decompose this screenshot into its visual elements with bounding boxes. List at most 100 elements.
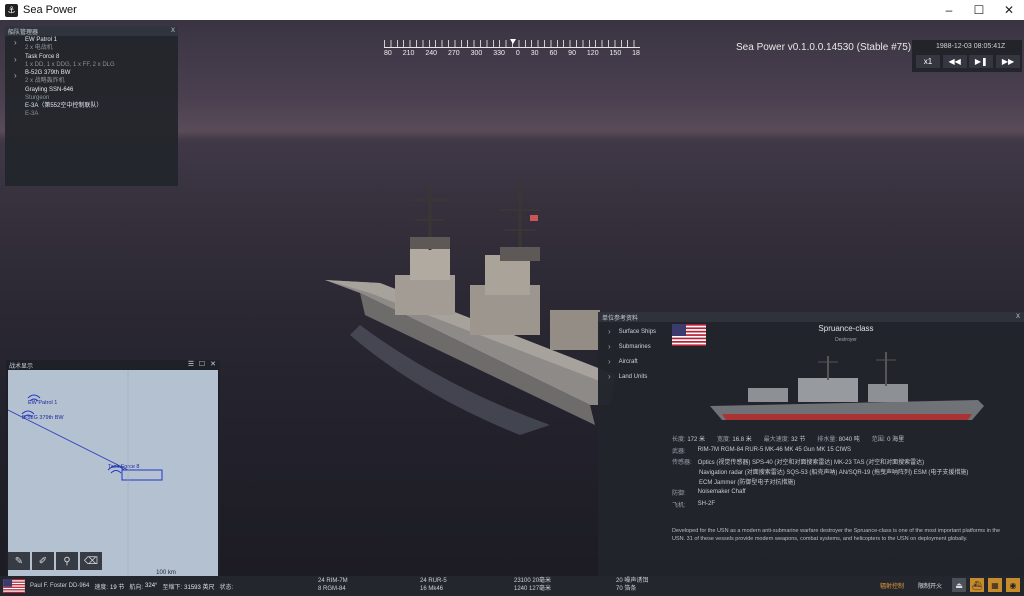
window-controls: – ☐ ✕: [934, 0, 1024, 20]
category-label: Land Units: [618, 373, 648, 380]
status-label: 状态:: [219, 584, 234, 591]
slow-down-icon[interactable]: ◀◀: [942, 55, 967, 68]
tactical-minimap: 战术显示 ☰ ☐ ✕ EW Patrol 1 B-52G 379th BW Ta…: [6, 360, 220, 582]
fleet-item-sub: 2 x 电战机: [25, 45, 53, 51]
reference-panel-header: 单位参考资料 X: [598, 312, 1024, 322]
minimap-title: 战术显示: [9, 363, 34, 370]
range-label: 范围:: [871, 436, 886, 443]
version-label: Sea Power v0.1.0.0.14530 (Stable #75): [736, 42, 912, 53]
fleet-item-name: B-52G 379th BW: [25, 70, 71, 76]
weapons-label: 武器:: [672, 448, 686, 455]
chevron-right-icon[interactable]: ›: [14, 72, 17, 80]
compass-label: 60: [549, 50, 558, 57]
speed-value: 32 节: [791, 436, 806, 443]
fleet-panel-close-button[interactable]: X: [171, 28, 175, 34]
category-submarines[interactable]: › Submarines: [602, 339, 664, 354]
chevron-right-icon[interactable]: ›: [14, 39, 17, 47]
reference-close-button[interactable]: X: [1016, 314, 1020, 320]
ammo-group-3: 23100 20毫米 1240 127毫米: [514, 577, 551, 593]
compass-baseline: [384, 47, 640, 48]
compass-heading-strip: 80 210 240 270 300 330 0 30 60 90 120 150 18: [384, 39, 640, 60]
chevron-right-icon: ›: [608, 357, 611, 366]
ammo-group-2: 24 RUR-5 16 Mk46: [420, 577, 447, 593]
ammo-line: 23100 20毫米: [514, 578, 552, 584]
compass-label: 150: [609, 50, 622, 57]
play-pause-icon[interactable]: ▶❚: [969, 55, 994, 68]
formation-icon[interactable]: ⏏: [952, 578, 966, 592]
beam-value: 16.8 米: [732, 436, 752, 443]
minimize-button[interactable]: –: [934, 0, 964, 20]
displacement-label: 排水量:: [817, 436, 838, 443]
fleet-item-task-force[interactable]: › Task Force 8 1 x DD, 1 x DDG, 1 x FF, …: [5, 53, 178, 70]
category-aircraft[interactable]: › Aircraft: [602, 354, 664, 369]
category-label: Submarines: [618, 343, 651, 350]
depth-label: 至缩下:: [162, 584, 183, 591]
ammo-line: 24 RIM-7M: [318, 578, 348, 584]
minimap-controls: ☰ ☐ ✕: [187, 361, 217, 369]
compass-label: 18: [632, 50, 640, 57]
compass-label: 30: [530, 50, 539, 57]
ship-profile-image: [710, 352, 984, 420]
minimap-toolbar: ✎ ✐ ⚲ ⌫: [8, 552, 102, 576]
ammo-line: 16 Mk46: [420, 586, 444, 592]
ammo-line: 70 箔条: [616, 586, 637, 592]
ship-type: Destroyer: [835, 337, 857, 343]
category-surface-ships[interactable]: › Surface Ships: [602, 324, 664, 339]
beam-label: 宽度:: [717, 436, 731, 443]
compass-label: 90: [568, 50, 576, 57]
dimensions-row: 长度: 172 米 宽度: 16.8 米 最大速度: 32 节 排水量: 804…: [672, 432, 1018, 444]
close-icon[interactable]: ✕: [209, 361, 217, 369]
fleet-item-grayling[interactable]: Grayling SSN-646 Sturgeon: [5, 86, 178, 103]
fleet-item-ew-patrol[interactable]: › EW Patrol 1 2 x 电战机: [5, 36, 178, 53]
menu-icon[interactable]: ☰: [187, 361, 195, 369]
eraser-icon[interactable]: ✎: [8, 552, 30, 570]
time-controls: x1 ◀◀ ▶❚ ▶▶: [916, 55, 1020, 68]
heading-value: 324°: [145, 583, 158, 589]
fleet-manager-panel: 船队管理器 X › EW Patrol 1 2 x 电战机 › Task For…: [5, 26, 178, 186]
pen-icon[interactable]: ✐: [32, 552, 54, 570]
fleet-item-sub: 2 x 战略轰炸机: [25, 78, 65, 84]
emcon-button[interactable]: 辐射控制: [880, 581, 904, 590]
time-scale-label: x1: [916, 55, 940, 68]
map-view-icon[interactable]: ▦: [988, 578, 1002, 592]
displacement-value: 8040 吨: [838, 436, 860, 443]
category-land-units[interactable]: › Land Units: [602, 369, 664, 384]
window-titlebar: ⚓ Sea Power – ☐ ✕: [0, 0, 1024, 20]
weapons-hold-button[interactable]: 限制开火: [918, 581, 942, 590]
ammo-line: 20 噪声诱饵: [616, 578, 649, 584]
ship-view-icon[interactable]: ⛴: [970, 578, 984, 592]
ship-class-name: Spruance-class: [818, 324, 874, 333]
defense-label: 防御:: [672, 490, 686, 497]
expand-icon[interactable]: ☐: [198, 361, 206, 369]
map-canvas[interactable]: EW Patrol 1 B-52G 379th BW Task Force 8 …: [8, 370, 218, 582]
unit-name[interactable]: Paul F. Foster DD-964: [30, 583, 89, 589]
map-drawing: EW Patrol 1 B-52G 379th BW Task Force 8: [8, 370, 163, 576]
speed-value: 19 节: [110, 584, 125, 591]
unit-status-bar: Paul F. Foster DD-964 速度: 19 节 航向: 324° 至缩…: [0, 576, 1024, 596]
compass-label: 240: [425, 50, 438, 57]
maximize-button[interactable]: ☐: [964, 0, 994, 20]
compass-label: 80: [384, 50, 392, 57]
sensors-row-2: Navigation radar (对面搜索雷达) SQS-53 (船壳声呐) …: [672, 466, 1018, 476]
fleet-item-e3a[interactable]: E-3A（第552空中控制联队） E-3A: [5, 102, 178, 119]
fleet-item-b52[interactable]: › B-52G 379th BW 2 x 战略轰炸机: [5, 69, 178, 86]
sensors-label: 传感器:: [672, 459, 692, 466]
chevron-right-icon[interactable]: ›: [14, 55, 17, 64]
compass-label: 330: [493, 50, 505, 57]
close-window-button[interactable]: ✕: [994, 0, 1024, 20]
clear-icon[interactable]: ⌫: [80, 552, 102, 570]
weapons-value: RIM-7M RGM-84 RUR-5 MK-46 MK 45 Gun MK 1…: [697, 447, 852, 453]
sensors-view-icon[interactable]: ◉: [1006, 578, 1020, 592]
weapons-row: 武器: RIM-7M RGM-84 RUR-5 MK-46 MK 45 Gun …: [672, 444, 1018, 456]
pin-icon[interactable]: ⚲: [56, 552, 78, 570]
ammo-line: 1240 127毫米: [514, 586, 552, 592]
compass-label: 0: [515, 50, 520, 57]
game-clock: 1988-12-03 08:05:41Z: [936, 43, 1006, 50]
compass-label: 270: [447, 50, 460, 57]
fleet-item-name: EW Patrol 1: [25, 37, 58, 43]
destroyer-3d-model: [325, 180, 616, 435]
fleet-item-sub: E-3A: [25, 111, 39, 117]
fast-forward-icon[interactable]: ▶▶: [995, 55, 1020, 68]
speed-label: 最大速度:: [763, 436, 790, 443]
depth-value: 31593 英尺: [184, 584, 215, 591]
